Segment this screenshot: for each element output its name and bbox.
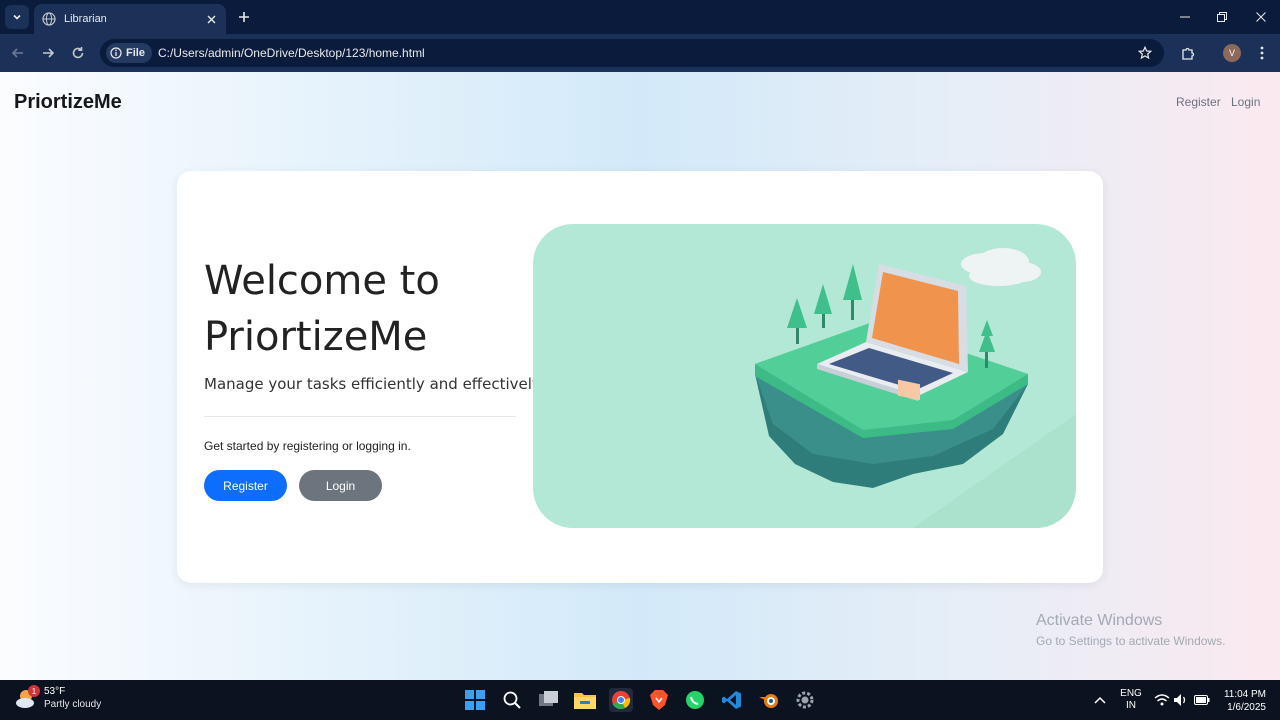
hero-subtitle: Manage your tasks efficiently and effect… (204, 375, 544, 393)
weather-badge: 1 (28, 685, 40, 697)
start-icon[interactable] (463, 688, 487, 712)
url-text[interactable]: C:/Users/admin/OneDrive/Desktop/123/home… (158, 46, 1136, 60)
vscode-icon[interactable] (720, 688, 744, 712)
browser-menu-button[interactable] (1252, 43, 1272, 63)
lang-line1: ENG (1120, 688, 1142, 699)
activate-windows-watermark: Activate Windows Go to Settings to activ… (1036, 612, 1225, 648)
browser-tabstrip: Librarian (0, 0, 1280, 34)
forward-button[interactable] (38, 43, 58, 63)
welcome-card: Welcome to PriortizeMe Manage your tasks… (177, 171, 1103, 583)
new-tab-button[interactable] (234, 7, 254, 27)
weather-widget[interactable]: 1 53°F Partly cloudy (14, 685, 101, 711)
register-button[interactable]: Register (204, 470, 287, 501)
more-vertical-icon (1260, 46, 1264, 60)
restore-icon (1217, 12, 1227, 22)
hero-illustration (533, 224, 1076, 528)
clock-time: 11:04 PM (1223, 689, 1266, 700)
close-window-button[interactable] (1250, 6, 1272, 28)
login-button[interactable]: Login (299, 470, 382, 501)
clock-date: 1/6/2025 (1227, 702, 1266, 713)
arrow-left-icon (11, 48, 23, 58)
extensions-button[interactable] (1178, 43, 1198, 63)
settings-icon[interactable] (793, 688, 817, 712)
chrome-icon[interactable] (609, 688, 633, 712)
close-icon[interactable] (204, 12, 218, 26)
chevron-down-icon (13, 14, 21, 20)
brand-logo[interactable]: PriortizeMe (14, 91, 122, 114)
windows-taskbar: 1 53°F Partly cloudy ENG IN 11:04 PM 1/6… (0, 680, 1280, 720)
cloud-icon (961, 248, 1041, 286)
reload-icon (72, 47, 84, 59)
profile-button[interactable]: V (1222, 43, 1242, 63)
partly-cloudy-icon: 1 (14, 685, 40, 711)
divider (204, 416, 516, 417)
nav-register-link[interactable]: Register (1176, 95, 1221, 109)
back-button[interactable] (8, 43, 28, 63)
nav-login-link[interactable]: Login (1231, 95, 1260, 109)
site-info-chip[interactable]: File (106, 43, 152, 63)
close-icon (1256, 12, 1266, 22)
laptop-island-illustration (755, 248, 1076, 528)
weather-temp: 53°F (44, 686, 66, 697)
avatar: V (1223, 44, 1241, 62)
search-icon[interactable] (500, 688, 524, 712)
minimize-icon (1180, 16, 1190, 18)
watermark-line2: Go to Settings to activate Windows. (1036, 634, 1226, 648)
arrow-right-icon (43, 48, 55, 58)
language-indicator[interactable]: ENG IN (1120, 688, 1142, 712)
lang-line2: IN (1126, 700, 1136, 711)
puzzle-icon (1181, 47, 1194, 60)
weather-desc: Partly cloudy (44, 699, 102, 710)
address-bar[interactable]: File C:/Users/admin/OneDrive/Desktop/123… (100, 39, 1164, 67)
file-chip-label: File (126, 47, 145, 59)
info-icon (110, 47, 122, 59)
bookmark-star-icon[interactable] (1136, 44, 1154, 62)
hero-hint: Get started by registering or logging in… (204, 439, 411, 453)
globe-icon (42, 12, 56, 26)
plus-icon (239, 12, 249, 22)
browser-tab[interactable]: Librarian (34, 4, 226, 34)
tab-search-button[interactable] (5, 5, 29, 29)
task-view-icon[interactable] (537, 688, 561, 712)
tab-title: Librarian (64, 13, 107, 25)
restore-button[interactable] (1211, 6, 1233, 28)
battery-icon[interactable] (1190, 688, 1214, 712)
browser-toolbar: File C:/Users/admin/OneDrive/Desktop/123… (0, 34, 1280, 72)
blender-icon[interactable] (757, 688, 781, 712)
whatsapp-icon[interactable] (683, 688, 707, 712)
tray-chevron-up-icon[interactable] (1088, 688, 1112, 712)
file-explorer-icon[interactable] (573, 688, 597, 712)
reload-button[interactable] (68, 43, 88, 63)
page-title: Welcome to PriortizeMe (204, 258, 440, 360)
minimize-button[interactable] (1174, 6, 1196, 28)
watermark-line1: Activate Windows (1036, 612, 1163, 629)
system-clock[interactable]: 11:04 PM 1/6/2025 (1218, 688, 1266, 714)
page-viewport: PriortizeMe Register Login Welcome to Pr… (0, 72, 1280, 680)
brave-icon[interactable] (647, 688, 671, 712)
